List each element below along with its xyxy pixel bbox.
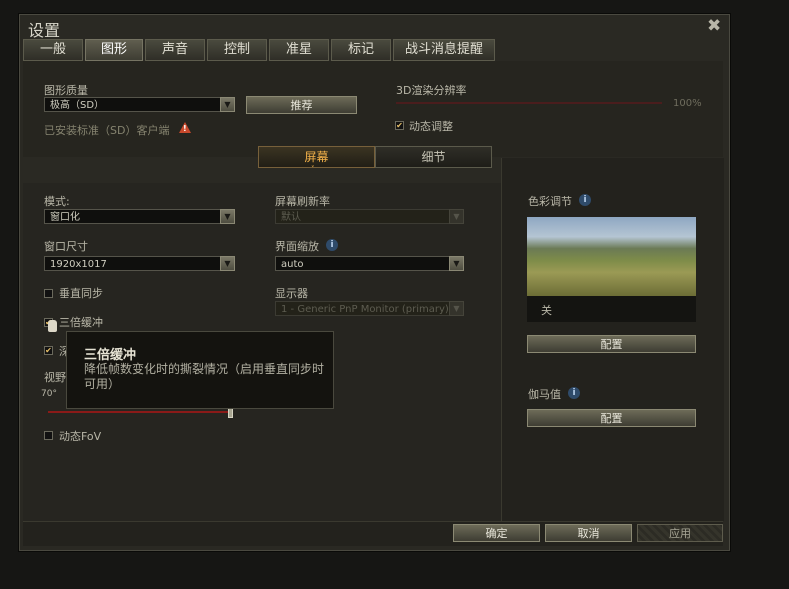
triple-buffer-label: 三倍缓冲 bbox=[59, 316, 103, 329]
monitor-dropdown[interactable]: 1 - Generic PnP Monitor (primary) ▼ bbox=[275, 301, 464, 316]
color-preview-image bbox=[527, 217, 696, 296]
refresh-rate-label: 屏幕刷新率 bbox=[275, 195, 330, 208]
window-size-dropdown[interactable]: 1920x1017 ▼ bbox=[44, 256, 235, 271]
cancel-button[interactable]: 取消 bbox=[545, 524, 632, 542]
dynamic-fov-label: 动态FoV bbox=[59, 430, 102, 443]
subtab-details[interactable]: 细节 bbox=[375, 146, 492, 168]
tab-general[interactable]: 一般 bbox=[23, 39, 83, 61]
monitor-value: 1 - Generic PnP Monitor (primary) bbox=[281, 304, 449, 315]
quality-label: 图形质量 bbox=[44, 84, 88, 97]
ui-scale-label: 界面缩放 bbox=[275, 240, 319, 253]
monitor-label: 显示器 bbox=[275, 287, 308, 300]
color-preview-caption-bar bbox=[527, 296, 696, 322]
color-preview-caption: 关 bbox=[541, 304, 552, 317]
vsync-checkbox[interactable] bbox=[44, 289, 53, 298]
tab-sound[interactable]: 声音 bbox=[145, 39, 205, 61]
window-title: 设置 bbox=[28, 21, 61, 40]
subtab-screen[interactable]: 屏幕 bbox=[258, 146, 375, 168]
info-icon[interactable]: i bbox=[326, 239, 338, 251]
chevron-down-icon: ▼ bbox=[220, 256, 235, 271]
color-config-button[interactable]: 配置 bbox=[527, 335, 696, 353]
mode-dropdown[interactable]: 窗口化 ▼ bbox=[44, 209, 235, 224]
subtab-screen-label: 屏幕 bbox=[304, 150, 329, 164]
refresh-rate-dropdown[interactable]: 默认 ▼ bbox=[275, 209, 464, 224]
refresh-rate-value: 默认 bbox=[281, 212, 301, 223]
chevron-down-icon: ▼ bbox=[220, 97, 235, 112]
chevron-down-icon: ▼ bbox=[449, 301, 464, 316]
tooltip-title: 三倍缓冲 bbox=[84, 348, 137, 363]
chevron-down-icon: ˅ bbox=[311, 165, 315, 173]
tab-crosshair[interactable]: 准星 bbox=[269, 39, 329, 61]
fov-value: 70° bbox=[41, 389, 57, 399]
ok-button[interactable]: 确定 bbox=[453, 524, 540, 542]
window-size-value: 1920x1017 bbox=[50, 259, 107, 270]
recommend-button[interactable]: 推荐 bbox=[246, 96, 357, 114]
ui-scale-dropdown[interactable]: auto ▼ bbox=[275, 256, 464, 271]
color-adjust-label: 色彩调节 bbox=[528, 195, 572, 208]
close-icon[interactable]: ✖ bbox=[707, 16, 721, 36]
tab-graphics[interactable]: 图形 bbox=[85, 39, 143, 61]
dynamic-adjust-checkbox[interactable]: ✔ bbox=[395, 121, 404, 130]
render-res-label: 3D渲染分辨率 bbox=[396, 84, 467, 97]
window-size-label: 窗口尺寸 bbox=[44, 240, 88, 253]
quality-value: 极高（SD） bbox=[50, 100, 105, 111]
tooltip-body: 降低帧数变化时的撕裂情况（启用垂直同步时可用） bbox=[84, 362, 325, 391]
dynamic-adjust-label: 动态调整 bbox=[409, 120, 453, 133]
apply-button[interactable]: 应用 bbox=[637, 524, 723, 542]
tab-controls[interactable]: 控制 bbox=[207, 39, 267, 61]
vsync-label: 垂直同步 bbox=[59, 287, 103, 300]
warning-mark: ! bbox=[183, 124, 187, 133]
partial-checkbox[interactable]: ✔ bbox=[44, 346, 53, 355]
cursor-hand-icon bbox=[48, 320, 57, 332]
gamma-label: 伽马值 bbox=[528, 388, 561, 401]
mode-value: 窗口化 bbox=[50, 212, 80, 223]
fov-label: 视野 bbox=[44, 371, 66, 384]
tab-battle-notifications[interactable]: 战斗消息提醒 bbox=[393, 39, 495, 61]
fov-slider-handle[interactable] bbox=[228, 408, 233, 418]
chevron-down-icon: ▼ bbox=[220, 209, 235, 224]
render-res-fill bbox=[396, 102, 662, 104]
gamma-config-button[interactable]: 配置 bbox=[527, 409, 696, 427]
chevron-down-icon: ▼ bbox=[449, 209, 464, 224]
info-icon[interactable]: i bbox=[568, 387, 580, 399]
info-icon[interactable]: i bbox=[579, 194, 591, 206]
fov-slider[interactable] bbox=[48, 411, 231, 413]
tab-markers[interactable]: 标记 bbox=[331, 39, 391, 61]
ui-scale-value: auto bbox=[281, 259, 304, 270]
tab-bar: 一般 图形 声音 控制 准星 标记 战斗消息提醒 bbox=[23, 39, 497, 61]
chevron-down-icon: ▼ bbox=[449, 256, 464, 271]
render-res-value: 100% bbox=[673, 98, 702, 109]
dynamic-fov-checkbox[interactable] bbox=[44, 431, 53, 440]
installed-note: 已安装标准（SD）客户端 bbox=[44, 124, 170, 137]
quality-dropdown[interactable]: 极高（SD） ▼ bbox=[44, 97, 235, 112]
mode-label: 模式: bbox=[44, 195, 70, 208]
